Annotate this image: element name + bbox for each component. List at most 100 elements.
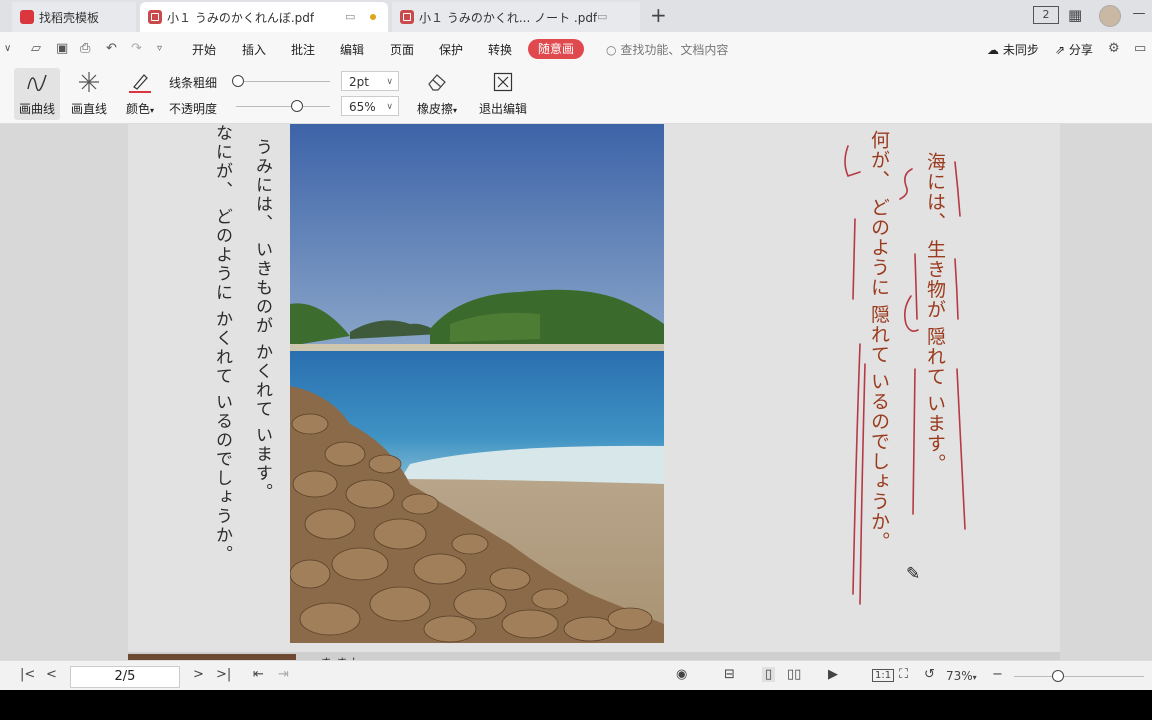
color-picker-button[interactable]: 颜色▾ (120, 68, 160, 120)
opacity-label: 不透明度 (169, 102, 218, 116)
line-icon (66, 68, 112, 96)
unsaved-indicator-icon (370, 14, 376, 20)
tab-docer-templates[interactable]: 找稻壳模板 (12, 2, 136, 32)
menu-freehand-draw[interactable]: 随意画 (528, 39, 584, 59)
opacity-slider[interactable] (236, 106, 330, 107)
new-tab-plus-icon[interactable]: + (650, 4, 667, 26)
menu-home[interactable]: 开始 (192, 41, 216, 58)
rotate-icon[interactable]: ↺ (924, 667, 935, 682)
pen-icon (120, 68, 160, 96)
menu-bar: ∨ ▱ ▣ ⎙ ↶ ↷ ▿ 开始 插入 批注 编辑 页面 保护 转换 随意画 ○… (0, 32, 1152, 64)
exit-edit-button[interactable]: 退出编辑 (476, 68, 530, 120)
play-icon[interactable]: ▶ (828, 667, 838, 682)
chevron-down-icon: ∨ (386, 102, 393, 112)
printed-line-1: うみには、 いきものが かくれて います。 (252, 138, 272, 503)
fit-width-icon[interactable]: ⊟ (724, 667, 735, 682)
zoom-out-icon[interactable]: − (992, 667, 1003, 682)
menu-protect[interactable]: 保护 (439, 41, 463, 58)
comment-icon[interactable]: ▭ (345, 10, 355, 23)
tab-label: 找稻壳模板 (39, 10, 100, 25)
tab-umi-pdf[interactable]: 小１ うみのかくれんぼ.pdf ▭ (140, 2, 388, 32)
caret-down-icon: ▾ (453, 106, 458, 115)
pdf-icon (148, 10, 162, 24)
menu-edit[interactable]: 编辑 (340, 41, 364, 58)
minimize-icon[interactable]: — (1129, 6, 1149, 21)
printed-line-2: なにが、 どのように かくれて いるのでしょうか。 (212, 124, 232, 565)
sync-status[interactable]: ☁ 未同步 (987, 41, 1039, 58)
last-page-icon[interactable]: >| (216, 667, 231, 682)
double-page-icon[interactable]: ▯▯ (787, 667, 801, 682)
share-icon: ⇗ (1055, 43, 1066, 57)
eraser-label-wrap: 橡皮擦▾ (410, 100, 464, 117)
customize-dropdown-icon[interactable]: ▿ (157, 43, 162, 54)
open-folder-icon[interactable]: ▱ (31, 41, 41, 56)
share-button[interactable]: ⇗ 分享 (1055, 41, 1093, 58)
thickness-slider[interactable] (236, 81, 330, 82)
taskbar-strip (0, 690, 1152, 720)
color-label: 颜色 (125, 102, 150, 116)
eraser-label: 橡皮擦 (416, 102, 453, 116)
tab-bar: 找稻壳模板 小１ うみのかくれんぼ.pdf ▭ 小１ うみのかくれ... ノート… (0, 0, 1152, 32)
zoom-slider[interactable] (1014, 676, 1144, 677)
document-viewport[interactable]: うみには、 いきものが かくれて います。 なにが、 どのように かくれて いる… (0, 124, 1152, 660)
comment-icon[interactable]: ▭ (597, 10, 607, 23)
chevron-down-icon: ∨ (386, 77, 393, 87)
zoom-dropdown[interactable]: 73%▾ (946, 669, 977, 683)
draw-line-label: 画直线 (70, 102, 107, 116)
redo-icon[interactable]: ↷ (131, 41, 142, 56)
eye-protection-icon[interactable]: ◉ (676, 667, 687, 682)
thickness-dropdown[interactable]: 2pt ∨ (341, 71, 399, 91)
zoom-slider-handle[interactable] (1051, 670, 1064, 682)
close-box-icon (476, 68, 530, 96)
status-bar: |< < 2/5 > >| ⇤ ⇥ ◉ ⊟ ▯ ▯▯ ▶ 1:1 ⛶ ↺ 73%… (0, 660, 1152, 690)
avatar[interactable] (1099, 5, 1121, 27)
tab-umi-note-pdf[interactable]: 小１ うみのかくれ... ノート .pdf ▭ (392, 2, 640, 32)
single-page-icon[interactable]: ▯ (762, 667, 776, 682)
opacity-value: 65% (349, 100, 376, 114)
tab-label: 小１ うみのかくれ... ノート .pdf (419, 10, 598, 25)
prev-page-icon[interactable]: < (46, 667, 57, 682)
menu-page[interactable]: 页面 (390, 41, 414, 58)
feedback-icon[interactable]: ▭ (1134, 41, 1146, 56)
opacity-dropdown[interactable]: 65% ∨ (341, 96, 399, 116)
eraser-button[interactable]: 橡皮擦▾ (410, 68, 464, 120)
caret-down-icon: ▾ (150, 106, 155, 115)
menu-comment[interactable]: 批注 (291, 41, 315, 58)
menu-convert[interactable]: 转换 (488, 41, 512, 58)
color-swatch (129, 90, 151, 93)
thickness-label: 线条粗细 (169, 76, 218, 90)
caret-down-icon: ▾ (972, 673, 977, 682)
print-icon[interactable]: ⎙ (80, 41, 90, 56)
docer-logo-icon (20, 10, 34, 24)
opacity-slider-handle[interactable] (291, 100, 304, 112)
draw-curve-button[interactable]: 画曲线 (14, 68, 60, 120)
sea-photo (290, 124, 664, 643)
menu-insert[interactable]: 插入 (242, 41, 266, 58)
pen-cursor-icon: ✎ (906, 564, 921, 584)
sync-label: 未同步 (1002, 43, 1039, 57)
search-box[interactable]: ○ 查找功能、文档内容 (606, 41, 728, 58)
gear-icon[interactable]: ⚙ (1108, 41, 1120, 56)
save-icon[interactable]: ▣ (56, 41, 68, 56)
handwritten-line-2: 何が、 どのように 隠れて いるのでしょうか。 (868, 130, 890, 552)
next-page-icon[interactable]: > (193, 667, 204, 682)
forward-icon[interactable]: ⇥ (278, 667, 289, 682)
zoom-value: 73% (946, 669, 973, 683)
tab-label: 小１ うみのかくれんぼ.pdf (167, 10, 315, 25)
search-placeholder: 查找功能、文档内容 (620, 43, 729, 57)
draw-line-button[interactable]: 画直线 (66, 68, 112, 120)
thickness-value: 2pt (349, 75, 369, 89)
thickness-slider-handle[interactable] (231, 75, 244, 87)
actual-size-icon[interactable]: 1:1 (872, 669, 895, 682)
eraser-icon (410, 68, 464, 96)
search-icon: ○ (606, 43, 617, 57)
color-label-wrap: 颜色▾ (120, 100, 160, 117)
apps-grid-icon[interactable]: ▦ (1068, 6, 1082, 24)
undo-icon[interactable]: ↶ (106, 41, 117, 56)
fit-page-icon[interactable]: ⛶ (899, 667, 908, 682)
first-page-icon[interactable]: |< (20, 667, 35, 682)
chevron-down-icon[interactable]: ∨ (4, 43, 11, 54)
page-number-input[interactable]: 2/5 (70, 666, 180, 688)
window-count-badge[interactable]: 2 (1033, 6, 1059, 24)
back-icon[interactable]: ⇤ (253, 667, 264, 682)
